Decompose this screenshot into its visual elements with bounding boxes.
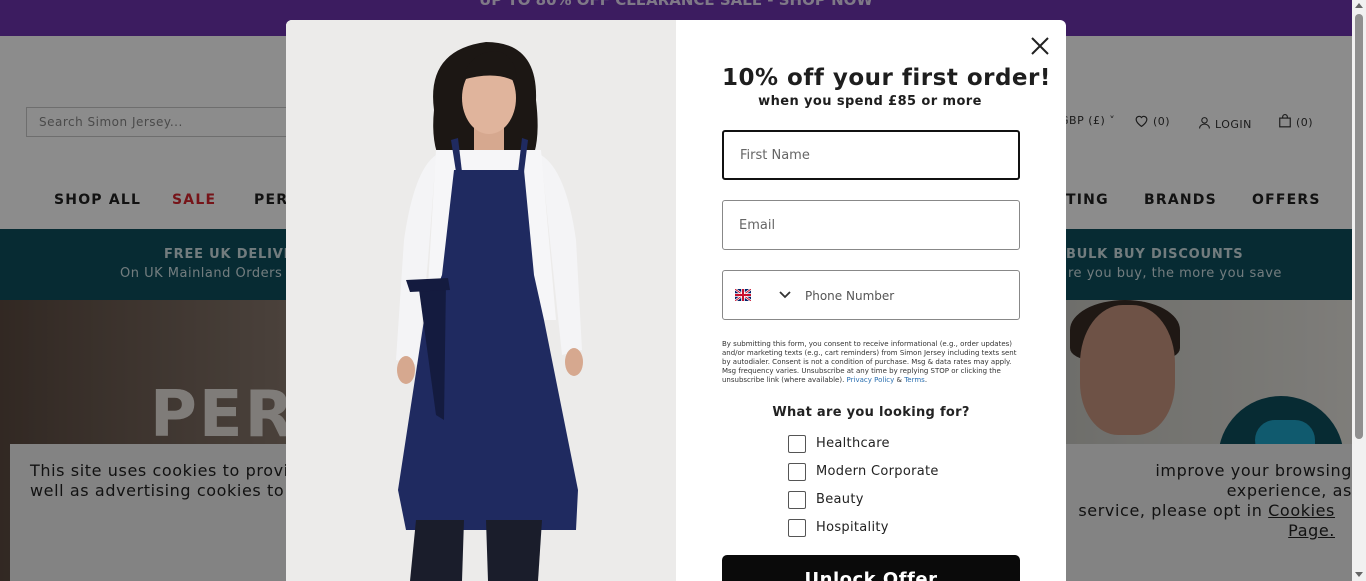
checkbox[interactable] xyxy=(788,491,806,509)
privacy-policy-link[interactable]: Privacy Policy xyxy=(847,376,895,384)
unlock-offer-button[interactable]: Unlock Offer xyxy=(722,555,1020,581)
uk-flag-icon[interactable] xyxy=(735,289,751,301)
checkbox[interactable] xyxy=(788,435,806,453)
checkbox-label: Beauty xyxy=(816,492,864,507)
scroll-up-arrow-icon[interactable] xyxy=(1355,3,1363,8)
page-scrollbar[interactable] xyxy=(1352,0,1366,581)
scroll-down-arrow-icon[interactable] xyxy=(1355,572,1363,577)
phone-number-field[interactable] xyxy=(803,272,1017,320)
checkbox-label: Modern Corporate xyxy=(816,464,939,479)
interests-title: What are you looking for? xyxy=(772,405,970,420)
checkbox-label: Healthcare xyxy=(816,436,890,451)
apron-model-image xyxy=(286,20,676,581)
close-icon[interactable] xyxy=(1028,34,1052,58)
terms-link[interactable]: Terms xyxy=(904,376,925,384)
checkbox-label: Hospitality xyxy=(816,520,889,535)
modal-subtitle: when you spend £85 or more xyxy=(758,94,982,109)
consent-amp: & xyxy=(896,376,902,384)
chevron-down-icon[interactable] xyxy=(779,290,791,300)
checkbox[interactable] xyxy=(788,519,806,537)
phone-field-wrapper xyxy=(722,270,1020,320)
consent-text: By submitting this form, you consent to … xyxy=(722,340,1017,384)
checkbox[interactable] xyxy=(788,463,806,481)
scroll-thumb[interactable] xyxy=(1355,14,1363,439)
email-field[interactable] xyxy=(722,200,1020,250)
modal-title: 10% off your first order! xyxy=(722,65,1051,91)
first-name-field[interactable] xyxy=(722,130,1020,180)
signup-modal: 10% off your first order! when you spend… xyxy=(286,20,1066,581)
